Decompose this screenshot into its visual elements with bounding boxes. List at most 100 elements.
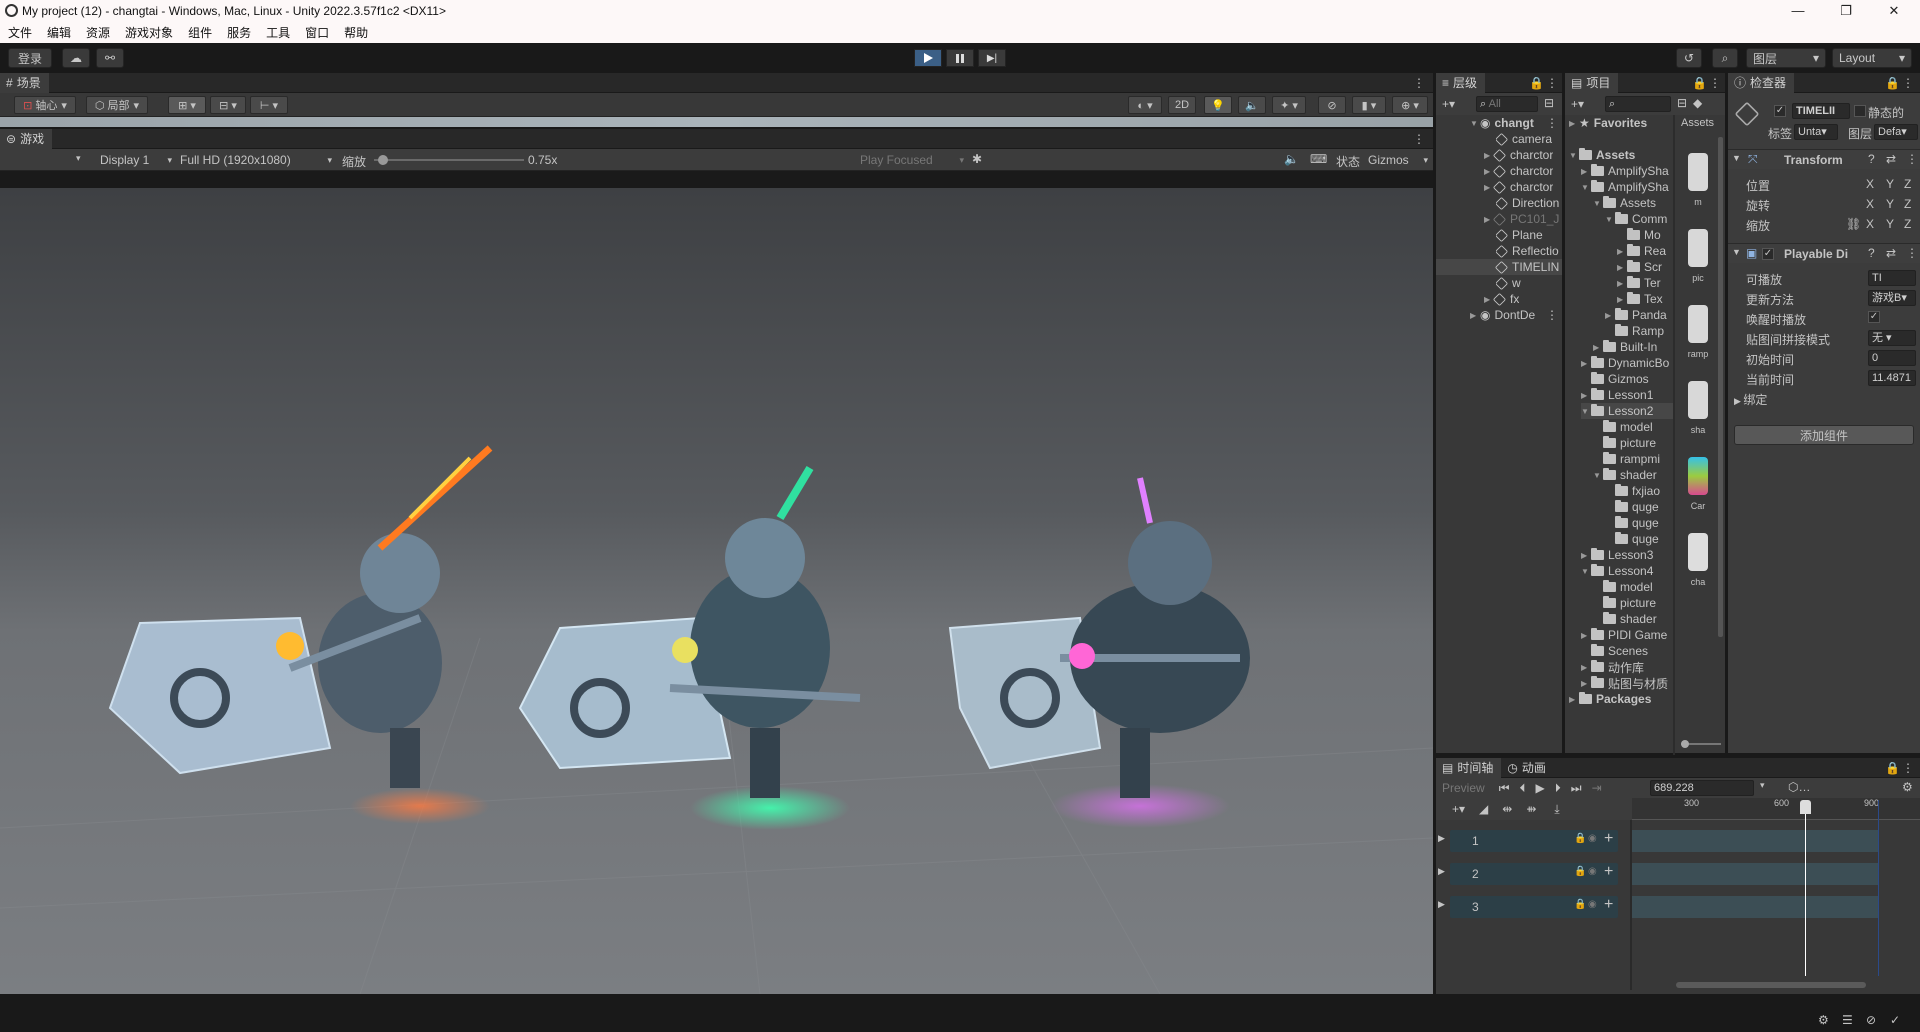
game-viewport[interactable] [0, 171, 1433, 994]
tag-dropdown[interactable]: Unta▾ [1794, 124, 1838, 140]
eye-icon[interactable]: ◉ [1588, 899, 1597, 910]
resolution-dropdown[interactable]: Full HD (1920x1080) ▾ [180, 152, 332, 168]
link-icon[interactable]: ⛓ [1846, 217, 1861, 231]
maximize-button[interactable]: ❐ [1824, 0, 1868, 22]
close-button[interactable]: ✕ [1872, 0, 1916, 22]
tab-timeline[interactable]: ▤ 时间轴 [1436, 757, 1502, 778]
more-icon[interactable]: ⋮ [1709, 76, 1721, 90]
ruler-button[interactable]: ⊢ ▾ [250, 96, 288, 114]
bug-icon[interactable]: ✱ [972, 152, 982, 166]
asset-icon[interactable]: ⬡… [1788, 780, 1810, 794]
hierarchy-search-input[interactable]: ⌕ All [1476, 96, 1538, 112]
2d-toggle[interactable]: 2D [1168, 96, 1196, 114]
go-to-start-icon[interactable]: ⏮ [1499, 781, 1510, 796]
project-tree-item[interactable]: ▶ Built-In [1593, 339, 1673, 355]
status-icon[interactable]: ⊘ [1866, 1013, 1876, 1027]
project-divider[interactable] [1673, 115, 1675, 755]
project-tree-item[interactable]: ▶ Lesson3 [1581, 547, 1673, 563]
menu-assets[interactable]: 资源 [86, 24, 110, 41]
project-tree-item[interactable]: Scenes [1581, 643, 1673, 659]
audio-toggle[interactable]: 🔈 [1238, 96, 1266, 114]
project-tree-item[interactable]: ▼ Lesson2 [1581, 403, 1673, 419]
track-lane-3[interactable] [1632, 896, 1878, 918]
wrap-mode-dropdown[interactable]: 无 ▾ [1868, 330, 1916, 346]
play-on-awake-checkbox[interactable]: ✓ [1868, 311, 1880, 323]
project-tree-item[interactable]: picture [1593, 595, 1673, 611]
local-toggle[interactable]: ⬡ 局部 ▾ [86, 96, 148, 114]
status-icon[interactable]: ⚙ [1818, 1013, 1829, 1027]
hierarchy-item[interactable]: w [1496, 275, 1521, 291]
play-focused-dropdown[interactable]: Play Focused ▾ [860, 152, 964, 168]
project-tree-item[interactable]: ▶ Packages [1569, 691, 1673, 707]
expand-arrow-icon[interactable]: ▶ [1438, 899, 1445, 910]
track-lane-1[interactable] [1632, 830, 1878, 852]
loop-icon[interactable]: ⇥ [1592, 781, 1602, 795]
add-object-button[interactable]: +▾ [1442, 97, 1455, 111]
track-header-2[interactable]: ▶ 2 🔒 ◉ + [1438, 863, 1618, 885]
hierarchy-item[interactable]: ▶ fx [1484, 291, 1519, 307]
project-tree-item[interactable]: picture [1593, 435, 1673, 451]
tab-scene[interactable]: # 场景 [0, 72, 49, 93]
project-tree-item[interactable]: ▼ shader [1593, 467, 1673, 483]
eye-icon[interactable]: ◉ [1588, 866, 1597, 877]
scale-slider-thumb[interactable] [378, 155, 388, 165]
cloud-button[interactable]: ☁ [62, 48, 90, 68]
project-breadcrumb[interactable]: Assets [1681, 117, 1714, 129]
chevron-down-icon[interactable]: ▾ [1760, 780, 1765, 791]
project-thumbnail[interactable]: sha [1685, 381, 1711, 445]
hierarchy-item[interactable]: Direction [1496, 195, 1559, 211]
layer-dropdown[interactable]: Defa▾ [1874, 124, 1918, 140]
hierarchy-item[interactable]: Plane [1496, 227, 1543, 243]
project-tree-item[interactable]: ▼ AmplifySha [1581, 179, 1673, 195]
project-tree-item[interactable]: ▶ Scr [1617, 259, 1673, 275]
add-component-button[interactable]: 添加组件 [1734, 425, 1914, 445]
tab-hierarchy[interactable]: ≡ 层级 [1436, 72, 1486, 93]
mute-icon[interactable]: 🔈 [1284, 152, 1299, 166]
pivot-toggle[interactable]: ⊡ 轴心 ▾ [14, 96, 76, 114]
project-tree-item[interactable]: Mo [1617, 227, 1673, 243]
camera-settings-button[interactable]: ▮ ▾ [1352, 96, 1386, 114]
add-clip-icon[interactable]: + [1604, 863, 1613, 881]
project-tree-item[interactable]: quge [1605, 515, 1673, 531]
layout-dropdown[interactable]: Layout ▾ [1832, 48, 1912, 68]
add-track-button[interactable]: +▾ [1452, 802, 1465, 816]
static-checkbox[interactable] [1854, 105, 1866, 117]
bindings-foldout[interactable]: ▶ 绑定 [1734, 391, 1767, 408]
stats-button[interactable]: 状态 [1336, 153, 1360, 170]
status-icon[interactable]: ☰ [1842, 1013, 1853, 1027]
playhead[interactable] [1799, 800, 1811, 976]
project-tree-item[interactable]: ▶ AmplifySha [1581, 163, 1673, 179]
expand-arrow-icon[interactable]: ▶ [1438, 833, 1445, 844]
more-icon[interactable]: ⋮ [1906, 246, 1918, 260]
preview-toggle[interactable]: Preview [1442, 781, 1485, 795]
favorites-node[interactable]: ▶ ★ Favorites [1569, 115, 1647, 131]
project-tree-item[interactable]: ▶ Rea [1617, 243, 1673, 259]
more-icon[interactable]: ⋮ [1906, 152, 1918, 166]
gizmos-dropdown[interactable]: Gizmos ▾ [1368, 152, 1428, 168]
project-tree-item[interactable]: ▶ DynamicBo [1581, 355, 1673, 371]
collab-button[interactable]: ⚯ [96, 48, 124, 68]
project-tree-item[interactable]: ▼ Lesson4 [1581, 563, 1673, 579]
project-tree-item[interactable]: ▶ PIDI Game [1581, 627, 1673, 643]
project-tree-item[interactable]: ▶ Tex [1617, 291, 1673, 307]
project-tree-item[interactable]: ▶ 贴图与材质 [1581, 675, 1673, 691]
timeline-h-scrollbar[interactable] [1676, 982, 1866, 988]
menu-tools[interactable]: 工具 [266, 24, 290, 41]
snap-icon[interactable]: ⤓ [1554, 802, 1559, 817]
hierarchy-item-selected[interactable]: TIMELIN [1436, 259, 1562, 275]
current-time-field[interactable]: 11.4871 [1868, 370, 1916, 386]
eye-icon[interactable]: ◉ [1588, 833, 1597, 844]
update-method-dropdown[interactable]: 游戏B▾ [1868, 290, 1916, 306]
help-icon[interactable]: ? [1868, 246, 1875, 260]
project-thumbnail[interactable]: Car [1685, 457, 1711, 521]
pause-button[interactable] [946, 49, 974, 67]
lock-icon[interactable]: 🔒 [1529, 76, 1544, 90]
layers-dropdown[interactable]: 图层 ▾ [1746, 48, 1826, 68]
lighting-toggle[interactable]: 💡 [1204, 96, 1232, 114]
hierarchy-item[interactable]: ▶ charctor [1484, 147, 1553, 163]
go-to-end-icon[interactable]: ⏭ [1571, 781, 1582, 796]
tab-animation[interactable]: ◷ 动画 [1501, 758, 1554, 778]
more-icon[interactable]: ⋮ [1546, 76, 1558, 90]
menu-services[interactable]: 服务 [227, 24, 251, 41]
project-tree-item[interactable]: ▼ Assets [1593, 195, 1673, 211]
